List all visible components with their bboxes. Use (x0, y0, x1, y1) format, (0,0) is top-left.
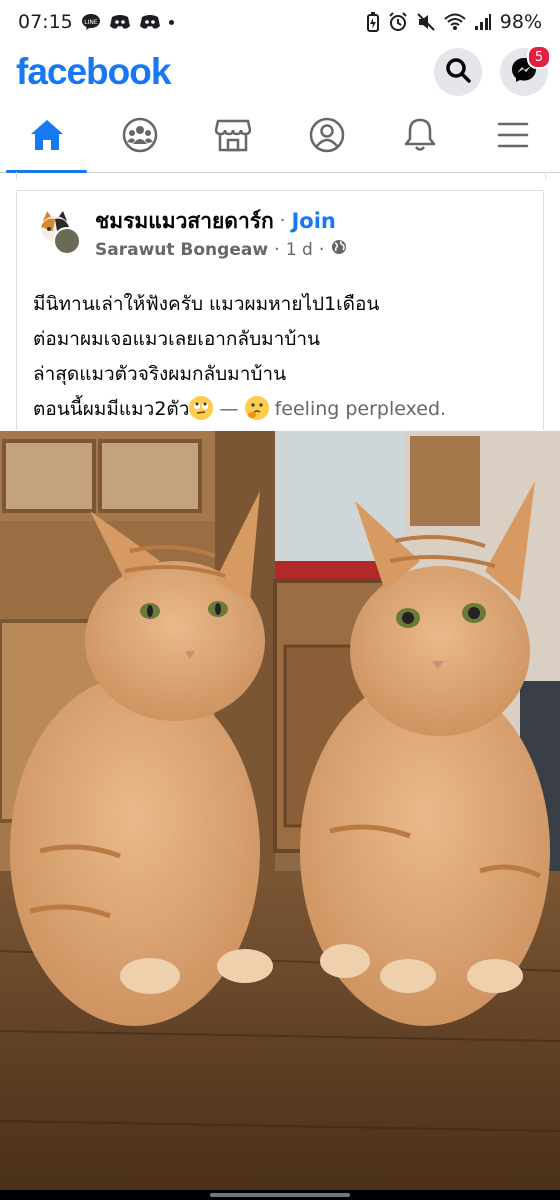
separator: · (274, 239, 280, 260)
separator: · (318, 239, 325, 260)
post-text-line: ต่อมาผมเจอแมวเลยเอากลับมาบ้าน (33, 328, 321, 350)
post-photo[interactable] (0, 431, 560, 1190)
post-text-fragment: ตอนนี้ผมมีแมว2ตัว (33, 398, 190, 420)
discord-icon (139, 14, 161, 30)
notification-dot-icon (168, 19, 174, 25)
search-button[interactable] (434, 48, 482, 96)
messenger-button[interactable]: 5 (500, 45, 551, 96)
battery-saver-icon (366, 12, 380, 32)
post-text-line: ล่าสุดแมวตัวจริงผมกลับมาบ้าน (33, 363, 287, 385)
group-name-link[interactable]: ชมรมแมวสายดาร์ก (95, 207, 274, 235)
tab-groups[interactable] (93, 102, 186, 172)
status-right: 98% (366, 11, 542, 33)
group-avatar[interactable] (35, 207, 81, 255)
status-left: 07:15 LINE (18, 11, 174, 33)
separator: · (279, 210, 286, 231)
facebook-logo[interactable]: facebook (16, 51, 171, 93)
feeling-dash: — (219, 398, 239, 420)
feed-post: ชมรมแมวสายดาร์ก · Join Sarawut Bongeaw ·… (16, 190, 544, 430)
thinking-emoji-icon (244, 396, 269, 420)
previous-post-edge (16, 172, 546, 180)
post-subtitle-line: Sarawut Bongeaw · 1 d · (95, 239, 347, 260)
tab-profile[interactable] (280, 102, 373, 172)
post-header: ชมรมแมวสายดาร์ก · Join Sarawut Bongeaw ·… (35, 207, 347, 260)
post-text-line-last: ตอนนี้ผมมีแมว2ตัว — feeling perplexed. (33, 392, 533, 427)
rolling-eyes-emoji-icon (189, 396, 214, 420)
post-title-line: ชมรมแมวสายดาร์ก · Join (95, 207, 347, 235)
status-bar: 07:15 LINE 98% (0, 0, 560, 44)
post-meta: ชมรมแมวสายดาร์ก · Join Sarawut Bongeaw ·… (95, 207, 347, 260)
bell-icon (403, 117, 437, 157)
globe-icon (331, 239, 347, 260)
gesture-handle[interactable] (210, 1193, 350, 1197)
discord-icon (109, 14, 131, 30)
tab-menu[interactable] (467, 102, 560, 172)
messenger-badge: 5 (527, 45, 551, 69)
line-app-icon: LINE (81, 13, 101, 31)
signal-icon (474, 13, 492, 31)
author-avatar[interactable] (53, 227, 81, 255)
profile-icon (309, 117, 345, 157)
main-tab-bar (0, 102, 560, 173)
svg-text:LINE: LINE (84, 19, 98, 26)
post-time[interactable]: 1 d (286, 240, 313, 260)
header-actions: 5 (434, 45, 551, 96)
join-button[interactable]: Join (291, 207, 335, 235)
tab-notifications[interactable] (373, 102, 466, 172)
tab-marketplace[interactable] (187, 102, 280, 172)
post-text-line: มีนิทานเล่าให้ฟังครับ แมวผมหายไป1เดือน (33, 293, 380, 315)
home-icon (29, 118, 65, 156)
two-orange-cats-photo (0, 431, 560, 1190)
groups-icon (122, 117, 158, 157)
feeling-text: feeling perplexed. (274, 398, 447, 420)
wifi-icon (444, 13, 466, 31)
marketplace-icon (215, 118, 252, 156)
alarm-icon (388, 12, 408, 32)
author-name-link[interactable]: Sarawut Bongeaw (95, 240, 268, 260)
status-time: 07:15 (18, 11, 73, 33)
search-icon (445, 57, 471, 87)
battery-level: 98% (499, 11, 542, 33)
tab-home[interactable] (0, 102, 93, 173)
app-header: facebook 5 (0, 44, 560, 100)
post-body: มีนิทานเล่าให้ฟังครับ แมวผมหายไป1เดือน ต… (33, 287, 533, 427)
menu-icon (497, 121, 529, 153)
mute-icon (416, 12, 436, 32)
